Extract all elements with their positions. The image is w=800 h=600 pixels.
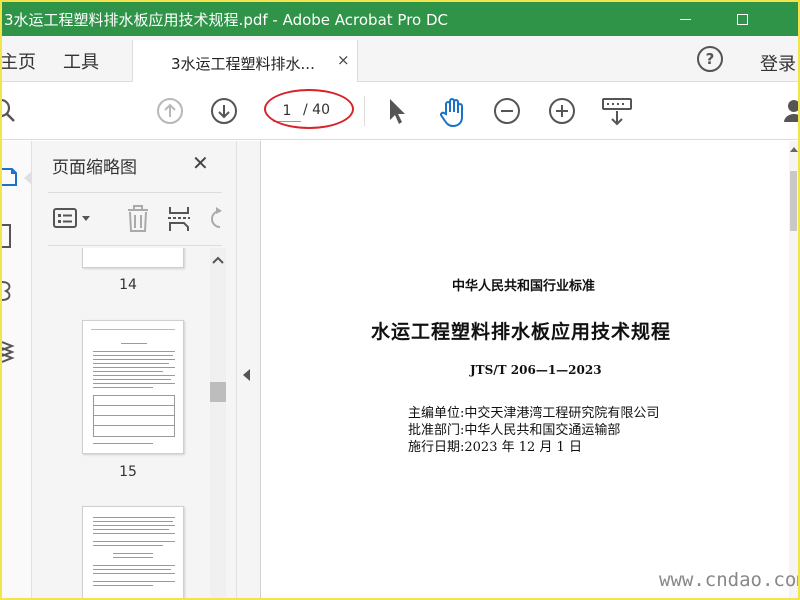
zoom-in-icon[interactable] [547,96,577,126]
close-tab-icon[interactable]: × [337,51,350,69]
options-menu-icon[interactable] [52,205,96,233]
thumbnail-page-14[interactable] [82,248,184,268]
close-panel-icon[interactable]: ✕ [192,151,209,175]
rail-selection-pointer [24,171,32,185]
login-button[interactable]: 登录 [760,50,796,76]
keyboard-icon[interactable] [601,96,633,128]
help-icon: ? [705,50,715,68]
tab-bar: 主页 工具 3水运工程塑料排水... × ? 登录 [2,36,798,82]
hand-tool-icon[interactable] [438,96,468,128]
help-button[interactable]: ? [697,46,723,72]
toolbar: / 40 [2,82,798,140]
attachment-icon[interactable] [2,276,26,306]
thumbnail-scrollbar[interactable] [210,248,226,598]
document-tab-label: 3水运工程塑料排水... [171,55,315,73]
thumbnail-label-15: 15 [119,464,137,480]
standard-code: JTS/T 206—1—2023 [470,363,602,377]
account-icon[interactable] [782,96,798,126]
maximize-icon [736,13,748,25]
thumbnail-label-14: 14 [119,277,137,293]
tab-document[interactable]: 3水运工程塑料排水... × [132,40,358,82]
minimize-button[interactable] [662,2,708,36]
bookmark-icon[interactable] [2,221,26,251]
standard-type: 中华人民共和国行业标准 [452,279,596,294]
navigation-rail [2,141,32,598]
maximize-button[interactable] [719,2,765,36]
minimize-icon [679,18,691,20]
tab-tools[interactable]: 工具 [63,48,99,74]
effective-date: 施行日期:2023 年 12 月 1 日 [408,440,582,455]
page-thumbnails-icon[interactable] [2,163,26,193]
document-view: 中华人民共和国行业标准 水运工程塑料排水板应用技术规程 JTS/T 206—1—… [260,141,798,598]
title-bar: 3水运工程塑料排水板应用技术规程.pdf - Adobe Acrobat Pro… [2,2,798,36]
scroll-up-icon[interactable] [210,254,226,266]
panel-toolbar [48,192,222,246]
acrobat-window: 3水运工程塑料排水板应用技术规程.pdf - Adobe Acrobat Pro… [2,2,798,598]
next-page-icon[interactable] [209,96,239,126]
search-icon[interactable] [2,96,20,126]
prev-page-icon[interactable] [155,96,185,126]
current-page-input[interactable] [273,100,301,122]
panel-title: 页面缩略图 [52,158,137,178]
total-pages: / 40 [303,102,330,118]
doc-scroll-thumb[interactable] [790,171,797,231]
toolbar-divider [364,96,365,126]
watermark: www.cndao.com [659,569,798,591]
doc-scroll-up-icon[interactable] [790,145,798,153]
layers-icon[interactable] [2,336,26,366]
tab-home[interactable]: 主页 [2,48,36,74]
collapse-panel-icon[interactable] [243,369,250,381]
page-navigator: / 40 [265,98,355,124]
select-arrow-icon[interactable] [386,96,408,126]
document-scrollbar[interactable] [789,141,798,598]
thumbnail-page-15[interactable] [82,320,184,454]
thumbnail-table [93,395,175,437]
thumbnail-list: 14 15 [32,248,224,598]
panel-collapse-strip [236,141,260,598]
rotate-page-icon[interactable] [208,205,222,233]
thumbnail-page-16[interactable] [82,506,184,598]
window-title: 3水运工程塑料排水板应用技术规程.pdf - Adobe Acrobat Pro… [4,11,449,29]
thumbnail-panel: 页面缩略图 ✕ 14 15 [32,141,236,598]
standard-title: 水运工程塑料排水板应用技术规程 [371,321,672,343]
zoom-out-icon[interactable] [492,96,522,126]
delete-page-icon[interactable] [124,203,152,235]
insert-page-icon[interactable] [166,203,194,235]
scroll-thumb[interactable] [210,382,226,402]
